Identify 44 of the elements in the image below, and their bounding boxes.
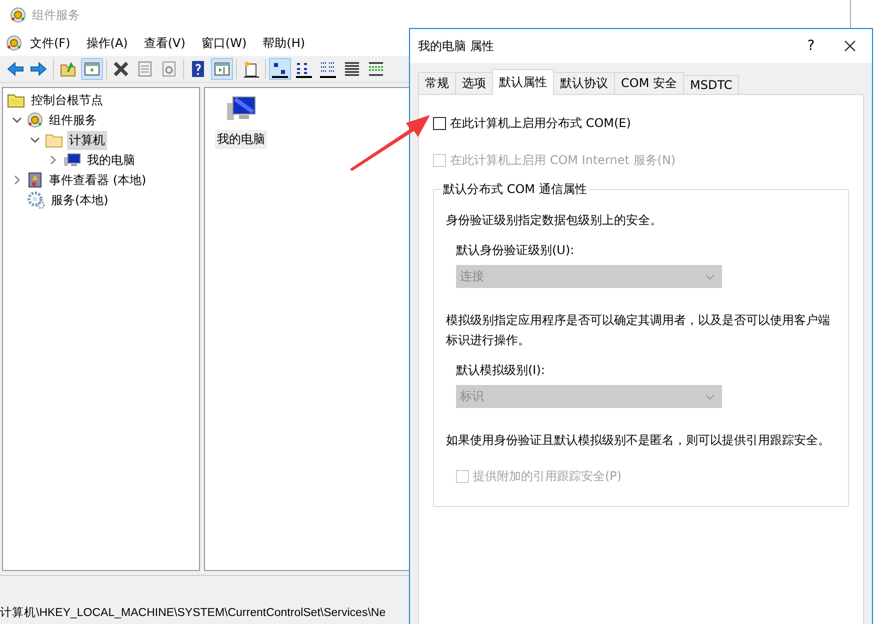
tree-item[interactable]: 服务(本地) (49, 190, 110, 210)
tab[interactable]: MSDTC (683, 75, 740, 94)
tab[interactable]: 常规 (418, 72, 456, 94)
gear-icon (10, 7, 26, 23)
gear-icon (27, 112, 43, 128)
chevron-down-icon (705, 394, 715, 400)
event-log-icon (27, 172, 43, 188)
tree-item[interactable]: 计算机 (67, 130, 107, 150)
tree-item[interactable]: 组件服务 (47, 110, 99, 130)
menu-item[interactable]: 文件(F) (22, 34, 78, 52)
tree-item[interactable]: 控制台根节点 (29, 90, 105, 110)
checkbox-label[interactable]: 在此计算机上启用分布式 COM(E) (450, 115, 631, 132)
menu-item[interactable]: 窗口(W) (193, 34, 255, 52)
dialog-title: 我的电脑 属性 (418, 38, 495, 54)
large-icons-view-icon[interactable] (269, 58, 291, 80)
chevron-down-icon (705, 274, 715, 280)
menu-item[interactable]: 帮助(H) (254, 34, 314, 52)
description-text: 如果使用身份验证且默认模拟级别不是匿名，则可以提供引用跟踪安全。 (446, 432, 831, 449)
pane-icon[interactable] (211, 58, 233, 80)
menu-item[interactable]: 查看(V) (136, 34, 194, 52)
tree-item[interactable]: 事件查看器 (本地) (47, 170, 148, 190)
combo-label: 默认模拟级别(I): (456, 362, 546, 379)
list-item[interactable]: 我的电脑 (215, 130, 267, 149)
combo-label: 默认身份验证级别(U): (456, 242, 576, 259)
checkbox[interactable] (433, 117, 446, 130)
close-icon[interactable] (844, 40, 856, 52)
computer-icon (63, 152, 81, 168)
folder-icon (7, 92, 25, 108)
cog-icon (27, 191, 45, 209)
gear-icon[interactable] (6, 35, 22, 51)
dropdown: 连接 (456, 265, 722, 288)
group-title: 默认分布式 COM 通信属性 (441, 181, 589, 198)
pane-icon[interactable] (81, 58, 103, 80)
description-text: 模拟级别指定应用程序是否可以确定其调用者，以及是否可以使用客户端标识进行操作。 (446, 312, 831, 349)
tab[interactable]: 默认属性 (492, 69, 554, 95)
dropdown: 标识 (456, 385, 722, 408)
description-text: 身份验证级别指定数据包级别上的安全。 (446, 212, 663, 229)
help-button[interactable]: ? (796, 38, 826, 54)
checkbox-label: 提供附加的引用跟踪安全(P) (473, 468, 622, 485)
folder-icon (45, 132, 63, 148)
tree-item[interactable]: 我的电脑 (85, 150, 137, 170)
menu-item[interactable]: 操作(A) (78, 34, 136, 52)
window-title: 组件服务 (32, 6, 80, 24)
checkbox-label: 在此计算机上启用 COM Internet 服务(N) (450, 152, 676, 169)
